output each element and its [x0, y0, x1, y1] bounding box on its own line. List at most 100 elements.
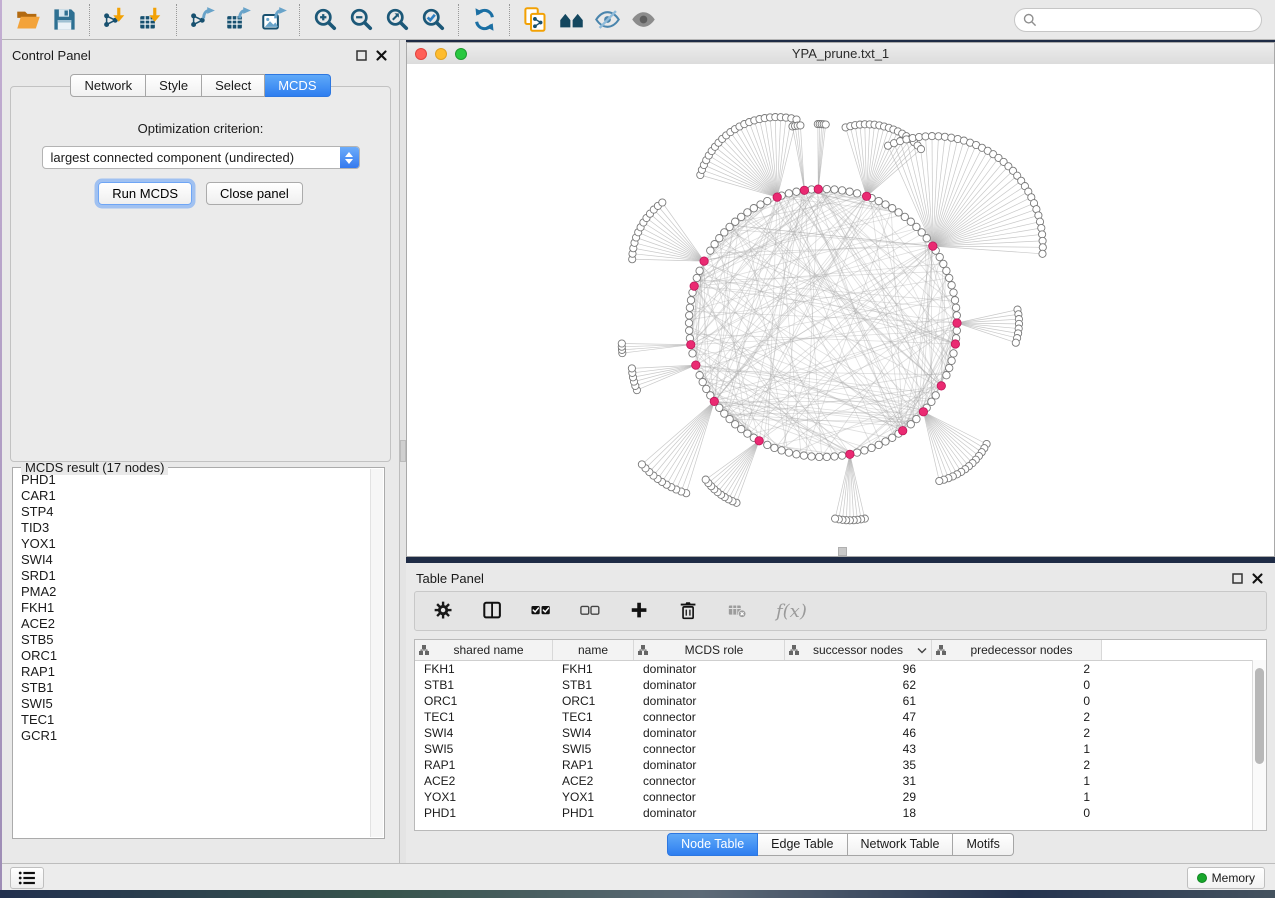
- zoom-out-button[interactable]: [343, 3, 379, 37]
- tab-network[interactable]: Network: [70, 74, 146, 97]
- table-row[interactable]: FKH1FKH1dominator962: [415, 661, 1266, 677]
- table-cell[interactable]: PHD1: [553, 805, 634, 821]
- mcds-result-item[interactable]: ORC1: [21, 648, 371, 664]
- table-scrollbar[interactable]: [1252, 660, 1266, 830]
- refresh-button[interactable]: [466, 3, 502, 37]
- horizontal-splitter-handle[interactable]: [838, 547, 847, 556]
- table-cell[interactable]: 2: [932, 661, 1102, 677]
- table-cell[interactable]: 43: [785, 741, 932, 757]
- first-neighbors-button[interactable]: [553, 3, 589, 37]
- mcds-result-item[interactable]: SWI5: [21, 696, 371, 712]
- show-all-button[interactable]: [625, 3, 661, 37]
- table-row[interactable]: SWI4SWI4dominator462: [415, 725, 1266, 741]
- table-cell[interactable]: 1: [932, 741, 1102, 757]
- add-row-button[interactable]: [629, 600, 651, 622]
- table-cell[interactable]: 1: [932, 789, 1102, 805]
- import-network-button[interactable]: [97, 3, 133, 37]
- mcds-result-item[interactable]: FKH1: [21, 600, 371, 616]
- mcds-result-item[interactable]: TID3: [21, 520, 371, 536]
- import-table-button[interactable]: [133, 3, 169, 37]
- table-row[interactable]: RAP1RAP1dominator352: [415, 757, 1266, 773]
- table-cell[interactable]: connector: [634, 741, 785, 757]
- mcds-result-item[interactable]: GCR1: [21, 728, 371, 744]
- mcds-result-item[interactable]: PHD1: [21, 472, 371, 488]
- export-table-button[interactable]: [220, 3, 256, 37]
- deselect-all-button[interactable]: [580, 600, 602, 622]
- search-input[interactable]: [1041, 10, 1261, 30]
- table-cell[interactable]: dominator: [634, 725, 785, 741]
- table-cell[interactable]: RAP1: [415, 757, 553, 773]
- mcds-result-item[interactable]: CAR1: [21, 488, 371, 504]
- mcds-result-item[interactable]: STB1: [21, 680, 371, 696]
- table-cell[interactable]: ORC1: [553, 693, 634, 709]
- table-cell[interactable]: dominator: [634, 693, 785, 709]
- close-panel-button[interactable]: Close panel: [206, 182, 303, 205]
- mcds-result-item[interactable]: RAP1: [21, 664, 371, 680]
- table-cell[interactable]: connector: [634, 709, 785, 725]
- table-cell[interactable]: 46: [785, 725, 932, 741]
- task-history-button[interactable]: [10, 867, 44, 889]
- table-cell[interactable]: ACE2: [415, 773, 553, 789]
- table-cell[interactable]: STB1: [415, 677, 553, 693]
- table-row[interactable]: STB1STB1dominator620: [415, 677, 1266, 693]
- table-cell[interactable]: connector: [634, 773, 785, 789]
- float-panel-icon[interactable]: [356, 48, 367, 66]
- mcds-result-item[interactable]: SWI4: [21, 552, 371, 568]
- table-tab-network-table[interactable]: Network Table: [848, 833, 954, 856]
- table-cell[interactable]: 2: [932, 757, 1102, 773]
- mcds-result-item[interactable]: SRD1: [21, 568, 371, 584]
- table-cell[interactable]: 2: [932, 709, 1102, 725]
- table-cell[interactable]: FKH1: [415, 661, 553, 677]
- table-cell[interactable]: 2: [932, 725, 1102, 741]
- table-cell[interactable]: 96: [785, 661, 932, 677]
- table-cell[interactable]: FKH1: [553, 661, 634, 677]
- table-cell[interactable]: 35: [785, 757, 932, 773]
- table-cell[interactable]: dominator: [634, 757, 785, 773]
- delete-row-button[interactable]: [678, 600, 700, 622]
- column-header-name[interactable]: name: [553, 640, 634, 660]
- mcds-result-item[interactable]: YOX1: [21, 536, 371, 552]
- table-row[interactable]: SWI5SWI5connector431: [415, 741, 1266, 757]
- table-row[interactable]: ACE2ACE2connector311: [415, 773, 1266, 789]
- table-cell[interactable]: ACE2: [553, 773, 634, 789]
- table-cell[interactable]: dominator: [634, 677, 785, 693]
- mcds-result-item[interactable]: TEC1: [21, 712, 371, 728]
- column-header-successor-nodes[interactable]: successor nodes: [785, 640, 932, 660]
- table-row[interactable]: TEC1TEC1connector472: [415, 709, 1266, 725]
- table-cell[interactable]: SWI4: [553, 725, 634, 741]
- clone-network-button[interactable]: [517, 3, 553, 37]
- tab-mcds[interactable]: MCDS: [265, 74, 330, 97]
- table-tab-motifs[interactable]: Motifs: [953, 833, 1013, 856]
- memory-button[interactable]: Memory: [1187, 867, 1265, 889]
- result-scrollbar[interactable]: [370, 469, 383, 837]
- close-panel-icon[interactable]: [376, 48, 387, 66]
- table-cell[interactable]: dominator: [634, 661, 785, 677]
- zoom-fit-button[interactable]: [379, 3, 415, 37]
- table-cell[interactable]: 31: [785, 773, 932, 789]
- export-image-button[interactable]: [256, 3, 292, 37]
- table-cell[interactable]: 0: [932, 693, 1102, 709]
- table-row[interactable]: ORC1ORC1dominator610: [415, 693, 1266, 709]
- mcds-result-item[interactable]: ACE2: [21, 616, 371, 632]
- table-cell[interactable]: 0: [932, 677, 1102, 693]
- table-cell[interactable]: 61: [785, 693, 932, 709]
- select-all-button[interactable]: [531, 600, 553, 622]
- zoom-in-button[interactable]: [307, 3, 343, 37]
- table-cell[interactable]: TEC1: [415, 709, 553, 725]
- table-cell[interactable]: TEC1: [553, 709, 634, 725]
- table-cell[interactable]: 0: [932, 805, 1102, 821]
- tab-select[interactable]: Select: [202, 74, 265, 97]
- table-cell[interactable]: STB1: [553, 677, 634, 693]
- column-header-shared-name[interactable]: shared name: [415, 640, 553, 660]
- close-panel-icon[interactable]: [1252, 571, 1263, 589]
- run-mcds-button[interactable]: Run MCDS: [98, 182, 192, 205]
- table-scrollbar-thumb[interactable]: [1255, 668, 1264, 764]
- zoom-selected-button[interactable]: [415, 3, 451, 37]
- export-network-button[interactable]: [184, 3, 220, 37]
- table-tab-node-table[interactable]: Node Table: [667, 833, 758, 856]
- hide-selected-button[interactable]: [589, 3, 625, 37]
- network-window-titlebar[interactable]: YPA_prune.txt_1: [407, 43, 1274, 65]
- table-cell[interactable]: SWI5: [415, 741, 553, 757]
- criterion-select[interactable]: largest connected component (undirected): [42, 146, 360, 169]
- table-row[interactable]: YOX1YOX1connector291: [415, 789, 1266, 805]
